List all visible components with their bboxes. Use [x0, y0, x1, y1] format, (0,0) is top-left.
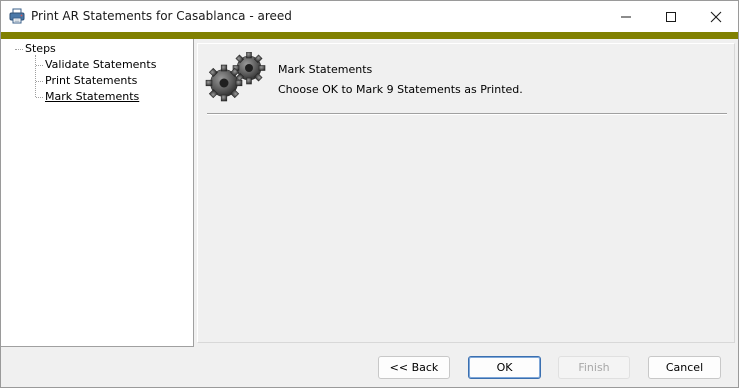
maximize-button[interactable]: [648, 1, 694, 32]
tree-item-mark-statements[interactable]: Mark Statements: [45, 90, 139, 103]
title-bar: Print AR Statements for Casablanca - are…: [1, 1, 738, 32]
printer-icon: [9, 8, 25, 24]
close-icon: [710, 11, 722, 22]
step-message: Choose OK to Mark 9 Statements as Printe…: [278, 83, 523, 96]
back-button[interactable]: << Back: [378, 356, 450, 379]
minimize-button[interactable]: [603, 1, 649, 32]
tree-root-steps[interactable]: Steps: [25, 42, 56, 55]
maximize-icon: [666, 11, 676, 22]
divider: [207, 113, 727, 115]
tree-connector: [36, 97, 43, 98]
gears-icon: [204, 51, 270, 102]
tree-connector: [35, 55, 36, 97]
tree-connector: [36, 65, 43, 66]
finish-button[interactable]: Finish: [558, 356, 630, 379]
step-heading: Mark Statements: [278, 63, 373, 76]
cancel-button[interactable]: Cancel: [648, 356, 721, 379]
accent-bar: [1, 32, 738, 39]
close-button[interactable]: [693, 1, 739, 32]
step-content-panel: Mark Statements Choose OK to Mark 9 Stat…: [197, 43, 735, 343]
tree-item-print-statements[interactable]: Print Statements: [45, 74, 137, 87]
window-title: Print AR Statements for Casablanca - are…: [31, 9, 292, 23]
ok-button[interactable]: OK: [468, 356, 541, 379]
tree-connector: [15, 49, 23, 50]
steps-tree: Steps Validate Statements Print Statemen…: [1, 39, 194, 347]
tree-item-validate-statements[interactable]: Validate Statements: [45, 58, 156, 71]
minimize-icon: [621, 16, 631, 17]
tree-connector: [36, 81, 43, 82]
print-ar-statements-dialog: Print AR Statements for Casablanca - are…: [0, 0, 739, 388]
